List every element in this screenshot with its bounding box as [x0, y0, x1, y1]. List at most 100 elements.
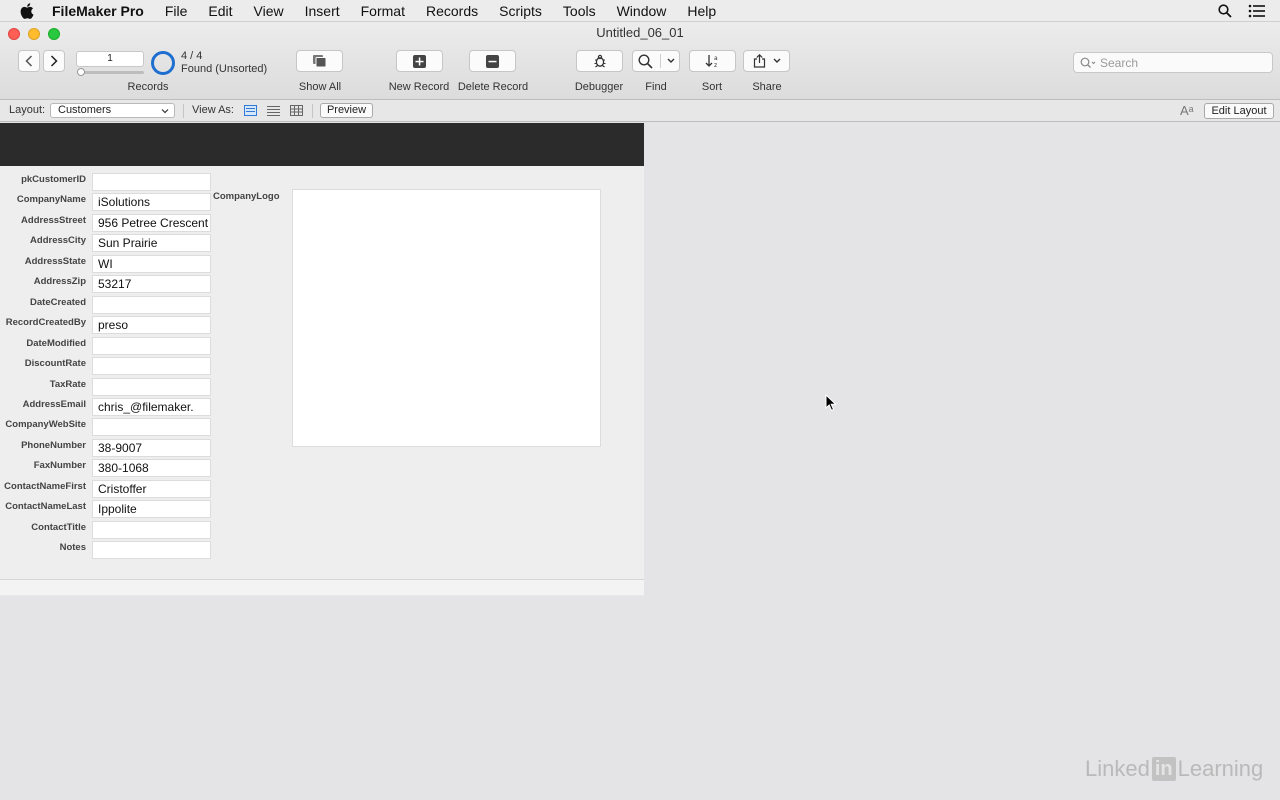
field-input-date-created[interactable] — [92, 296, 211, 314]
layout-select[interactable]: Customers — [50, 103, 175, 118]
field-input-contact-name-first[interactable]: Cristoffer — [92, 480, 211, 498]
field-label-tax-rate: TaxRate — [49, 379, 86, 390]
field-label-address-street: AddressStreet — [21, 215, 86, 226]
company-logo-container[interactable] — [292, 189, 601, 447]
table-view-icon[interactable] — [289, 104, 303, 117]
chevron-left-icon — [25, 55, 33, 67]
field-label-company-name: CompanyName — [16, 194, 86, 205]
field-label-address-city: AddressCity — [30, 235, 86, 246]
layout-label: Layout: — [9, 104, 46, 116]
svg-text:a: a — [714, 55, 718, 62]
notification-center-icon[interactable] — [1248, 2, 1266, 20]
field-label-contact-title: ContactTitle — [31, 522, 86, 533]
field-input-record-created-by[interactable]: preso — [92, 316, 211, 334]
show-all-icon — [312, 55, 326, 68]
watermark-learning: Learning — [1177, 756, 1264, 781]
field-input-tax-rate[interactable] — [92, 378, 211, 396]
field-label-contact-name-last: ContactNameLast — [5, 501, 86, 512]
next-record-button[interactable] — [43, 50, 65, 72]
found-set-pie-icon — [151, 51, 175, 75]
record-slider[interactable] — [77, 68, 144, 76]
spotlight-search-icon[interactable] — [1216, 2, 1234, 20]
menu-help[interactable]: Help — [687, 3, 716, 19]
menu-app-name[interactable]: FileMaker Pro — [52, 3, 144, 19]
field-label-address-email: AddressEmail — [22, 399, 86, 410]
menu-insert[interactable]: Insert — [305, 3, 340, 19]
field-input-company-web-site[interactable] — [92, 418, 211, 436]
field-label-pk-customer-id: pkCustomerID — [21, 174, 86, 185]
find-button[interactable] — [632, 50, 680, 72]
layout-bar: Layout: Customers View As: Preview Aᵃ Ed… — [0, 100, 1280, 122]
edit-layout-button[interactable]: Edit Layout — [1204, 103, 1274, 119]
layoutbar-divider — [312, 104, 313, 118]
menu-bar: FileMaker Pro File Edit View Insert Form… — [0, 0, 1280, 22]
find-label: Find — [645, 81, 667, 93]
quick-find-search[interactable] — [1073, 52, 1273, 73]
previous-record-button[interactable] — [18, 50, 40, 72]
field-input-pk-customer-id[interactable] — [92, 173, 211, 191]
new-record-label: New Record — [388, 81, 450, 93]
show-all-label: Show All — [298, 81, 342, 93]
field-label-fax-number: FaxNumber — [33, 460, 86, 471]
field-label-date-created: DateCreated — [30, 297, 86, 308]
window-toolbar: Untitled_06_01 1 4 / 4 Found (Unsorted) … — [0, 22, 1280, 100]
view-as-label: View As: — [192, 104, 234, 116]
field-input-notes[interactable] — [92, 541, 211, 559]
field-label-date-modified: DateModified — [26, 338, 86, 349]
field-label-company-web-site: CompanyWebSite — [5, 419, 86, 430]
menu-window[interactable]: Window — [617, 3, 667, 19]
new-record-button[interactable] — [396, 50, 443, 72]
field-input-phone-number[interactable]: 38-9007 — [92, 439, 211, 457]
debugger-button[interactable] — [576, 50, 623, 72]
field-input-address-email[interactable]: chris_@filemaker. — [92, 398, 211, 416]
field-input-address-city[interactable]: Sun Prairie — [92, 234, 211, 252]
field-input-contact-title[interactable] — [92, 521, 211, 539]
field-input-company-name[interactable]: iSolutions — [92, 193, 211, 211]
chevron-down-icon[interactable] — [667, 58, 675, 64]
field-label-address-state: AddressState — [24, 256, 86, 267]
text-formatting-icon[interactable]: Aᵃ — [1180, 103, 1194, 118]
minus-icon — [486, 54, 499, 68]
menu-records[interactable]: Records — [426, 3, 478, 19]
found-count: 4 / 4 — [181, 50, 203, 62]
current-record-number[interactable]: 1 — [76, 51, 144, 67]
field-input-address-street[interactable]: 956 Petree Crescent — [92, 214, 211, 232]
menu-format[interactable]: Format — [361, 3, 405, 19]
field-label-notes: Notes — [59, 542, 86, 553]
records-label: Records — [127, 81, 169, 93]
field-label-address-zip: AddressZip — [33, 276, 86, 287]
sort-label: Sort — [701, 81, 723, 93]
menubar-extras — [1216, 0, 1280, 22]
field-input-address-zip[interactable]: 53217 — [92, 275, 211, 293]
share-icon — [753, 54, 765, 68]
field-input-fax-number[interactable]: 380-1068 — [92, 459, 211, 477]
field-label-record-created-by: RecordCreatedBy — [5, 317, 86, 328]
field-input-contact-name-last[interactable]: Ippolite — [92, 500, 211, 518]
share-label: Share — [752, 81, 782, 93]
menu-file[interactable]: File — [165, 3, 188, 19]
form-view-icon[interactable] — [243, 104, 257, 117]
sort-button[interactable]: az — [689, 50, 736, 72]
preview-button[interactable]: Preview — [320, 103, 373, 118]
menu-view[interactable]: View — [254, 3, 284, 19]
debugger-label: Debugger — [574, 81, 624, 93]
list-view-icon[interactable] — [266, 104, 280, 117]
mouse-cursor-icon — [825, 394, 837, 411]
menu-scripts[interactable]: Scripts — [499, 3, 542, 19]
field-input-date-modified[interactable] — [92, 337, 211, 355]
menu-tools[interactable]: Tools — [563, 3, 596, 19]
field-label-phone-number: PhoneNumber — [21, 440, 86, 451]
show-all-button[interactable] — [296, 50, 343, 72]
field-input-address-state[interactable]: WI — [92, 255, 211, 273]
menu-edit[interactable]: Edit — [208, 3, 232, 19]
record-slider-knob[interactable] — [77, 68, 85, 76]
delete-record-button[interactable] — [469, 50, 516, 72]
share-button[interactable] — [743, 50, 790, 72]
field-input-discount-rate[interactable] — [92, 357, 211, 375]
watermark-linked: Linked — [1085, 756, 1150, 781]
plus-icon — [413, 54, 426, 68]
layout-select-value: Customers — [58, 104, 112, 116]
apple-menu-icon[interactable] — [20, 2, 34, 19]
field-label-discount-rate: DiscountRate — [24, 358, 86, 369]
search-input[interactable] — [1100, 55, 1270, 70]
